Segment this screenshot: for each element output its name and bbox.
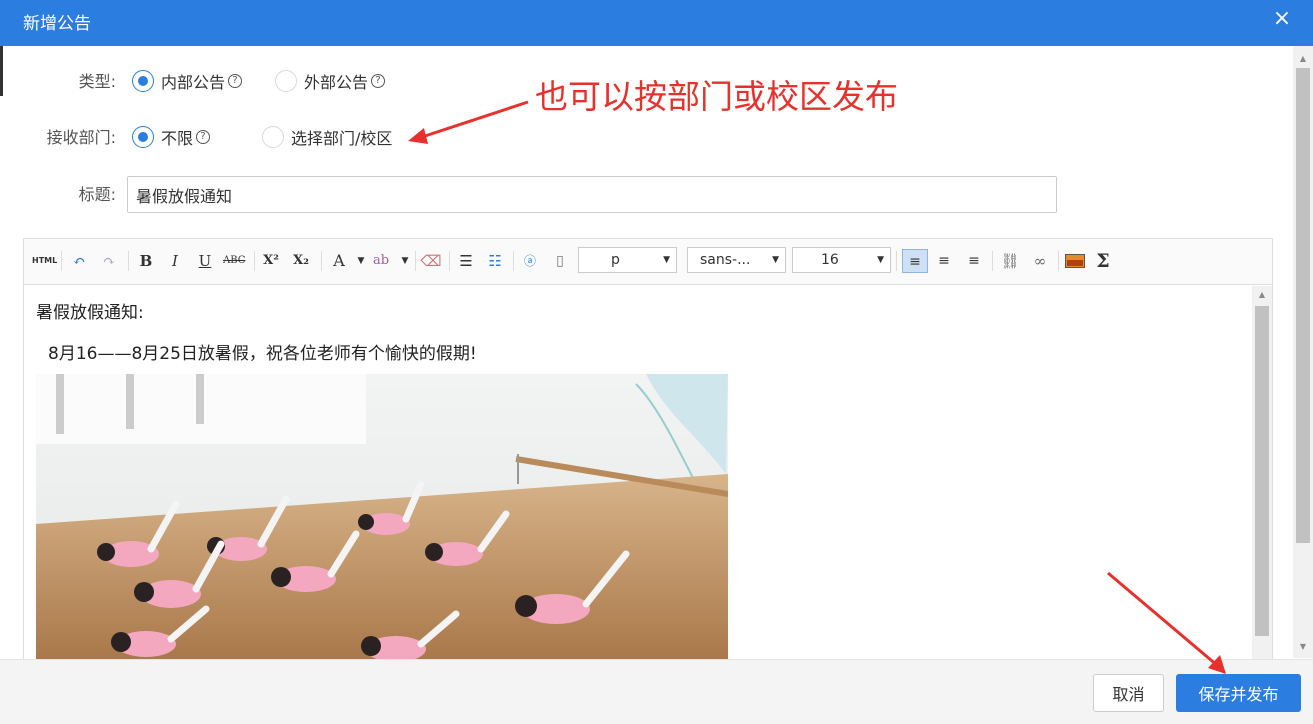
radio-label: 内部公告 bbox=[161, 73, 226, 92]
radio-dept-select[interactable]: 选择部门/校区 bbox=[262, 125, 392, 149]
underline-button[interactable]: U bbox=[194, 249, 216, 273]
radio-label: 外部公告 bbox=[304, 73, 369, 92]
help-icon[interactable]: ? bbox=[228, 74, 243, 88]
eraser-icon[interactable]: ⌫ bbox=[420, 249, 442, 273]
ordered-list-icon[interactable]: ☰ bbox=[455, 249, 477, 273]
rich-text-editor: HTML ↶ ↷ B I U ABC X² X₂ A ▼ ab ▼ ⌫ ☰ ☷ … bbox=[23, 238, 1273, 660]
dialog-header: 新增公告 × bbox=[0, 0, 1313, 46]
chevron-down-icon: ▼ bbox=[772, 255, 779, 265]
type-label: 类型: bbox=[78, 72, 116, 91]
radio-unselected-icon bbox=[275, 70, 297, 92]
dialog-footer: 取消 保存并发布 bbox=[0, 659, 1313, 724]
paragraph-select[interactable]: p ▼ bbox=[578, 247, 677, 273]
blockquote-icon[interactable]: ⓐ bbox=[519, 249, 541, 273]
bold-button[interactable]: B bbox=[135, 249, 157, 273]
radio-selected-icon bbox=[132, 70, 154, 92]
annotation-text: 也可以按部门或校区发布 bbox=[535, 77, 898, 116]
page-icon[interactable]: ▯ bbox=[549, 249, 571, 273]
scroll-down-icon[interactable]: ▼ bbox=[1293, 638, 1313, 656]
editor-toolbar: HTML ↶ ↷ B I U ABC X² X₂ A ▼ ab ▼ ⌫ ☰ ☷ … bbox=[24, 239, 1272, 285]
unlink-icon[interactable]: ∞ bbox=[1029, 249, 1051, 273]
align-left-icon[interactable]: ≡ bbox=[902, 249, 928, 273]
radio-dept-unlimited[interactable]: 不限 ? bbox=[132, 125, 211, 149]
undo-icon[interactable]: ↶ bbox=[68, 249, 90, 273]
redo-icon[interactable]: ↷ bbox=[98, 249, 120, 273]
image-icon[interactable] bbox=[1064, 249, 1086, 273]
content-heading: 暑假放假通知: bbox=[36, 303, 144, 323]
font-size-select[interactable]: 16 ▼ bbox=[792, 247, 891, 273]
chevron-down-icon: ▼ bbox=[877, 255, 884, 265]
editor-scrollbar-thumb[interactable] bbox=[1255, 306, 1269, 636]
close-icon[interactable]: × bbox=[1270, 7, 1294, 31]
dialog-scrollbar-thumb[interactable] bbox=[1296, 68, 1310, 543]
annotation-arrow-department bbox=[421, 100, 529, 139]
dance-class-photo bbox=[36, 374, 728, 659]
title-label: 标题: bbox=[78, 185, 116, 204]
font-color-button[interactable]: A bbox=[328, 249, 350, 273]
help-icon[interactable]: ? bbox=[371, 74, 386, 88]
formula-icon[interactable]: Σ bbox=[1092, 249, 1114, 273]
font-family-select-value: sans-... bbox=[700, 252, 751, 268]
help-icon[interactable]: ? bbox=[196, 130, 211, 144]
radio-label: 选择部门/校区 bbox=[291, 129, 393, 148]
title-input[interactable] bbox=[127, 176, 1057, 213]
radio-label: 不限 bbox=[161, 129, 194, 148]
annotation-arrowhead-department bbox=[408, 128, 428, 144]
highlight-dropdown-icon[interactable]: ▼ bbox=[394, 249, 416, 273]
strikethrough-button[interactable]: ABC bbox=[223, 249, 245, 273]
font-size-select-value: 16 bbox=[821, 252, 839, 268]
superscript-button[interactable]: X² bbox=[260, 249, 282, 273]
align-center-icon[interactable]: ≡ bbox=[933, 249, 955, 273]
content-paragraph: 8月16——8月25日放暑假，祝各位老师有个愉快的假期! bbox=[48, 344, 477, 364]
font-family-select[interactable]: sans-... ▼ bbox=[687, 247, 786, 273]
department-label: 接收部门: bbox=[46, 128, 116, 147]
radio-selected-icon bbox=[132, 126, 154, 148]
highlight-icon[interactable]: ab bbox=[370, 249, 392, 273]
italic-button[interactable]: I bbox=[164, 249, 186, 273]
editor-content[interactable]: 暑假放假通知: 8月16——8月25日放暑假，祝各位老师有个愉快的假期! bbox=[24, 286, 1252, 659]
cancel-button[interactable]: 取消 bbox=[1093, 674, 1164, 712]
link-icon[interactable]: ⛓ bbox=[999, 249, 1021, 273]
chevron-down-icon: ▼ bbox=[663, 255, 670, 265]
align-right-icon[interactable]: ≡ bbox=[963, 249, 985, 273]
save-and-publish-button[interactable]: 保存并发布 bbox=[1176, 674, 1301, 712]
subscript-button[interactable]: X₂ bbox=[290, 249, 312, 273]
dialog-title: 新增公告 bbox=[23, 14, 91, 34]
editor-scrollbar[interactable]: ▲ bbox=[1252, 286, 1272, 659]
unordered-list-icon[interactable]: ☷ bbox=[484, 249, 506, 273]
html-source-button[interactable]: HTML bbox=[32, 249, 57, 273]
scroll-up-icon[interactable]: ▲ bbox=[1293, 50, 1313, 68]
radio-internal-notice[interactable]: 内部公告 ? bbox=[132, 69, 243, 93]
scroll-up-icon[interactable]: ▲ bbox=[1252, 286, 1272, 304]
paragraph-select-value: p bbox=[611, 252, 620, 268]
radio-external-notice[interactable]: 外部公告 ? bbox=[275, 69, 386, 93]
radio-unselected-icon bbox=[262, 126, 284, 148]
font-color-dropdown-icon[interactable]: ▼ bbox=[350, 249, 372, 273]
dialog-scrollbar[interactable]: ▲ ▼ bbox=[1293, 46, 1313, 658]
